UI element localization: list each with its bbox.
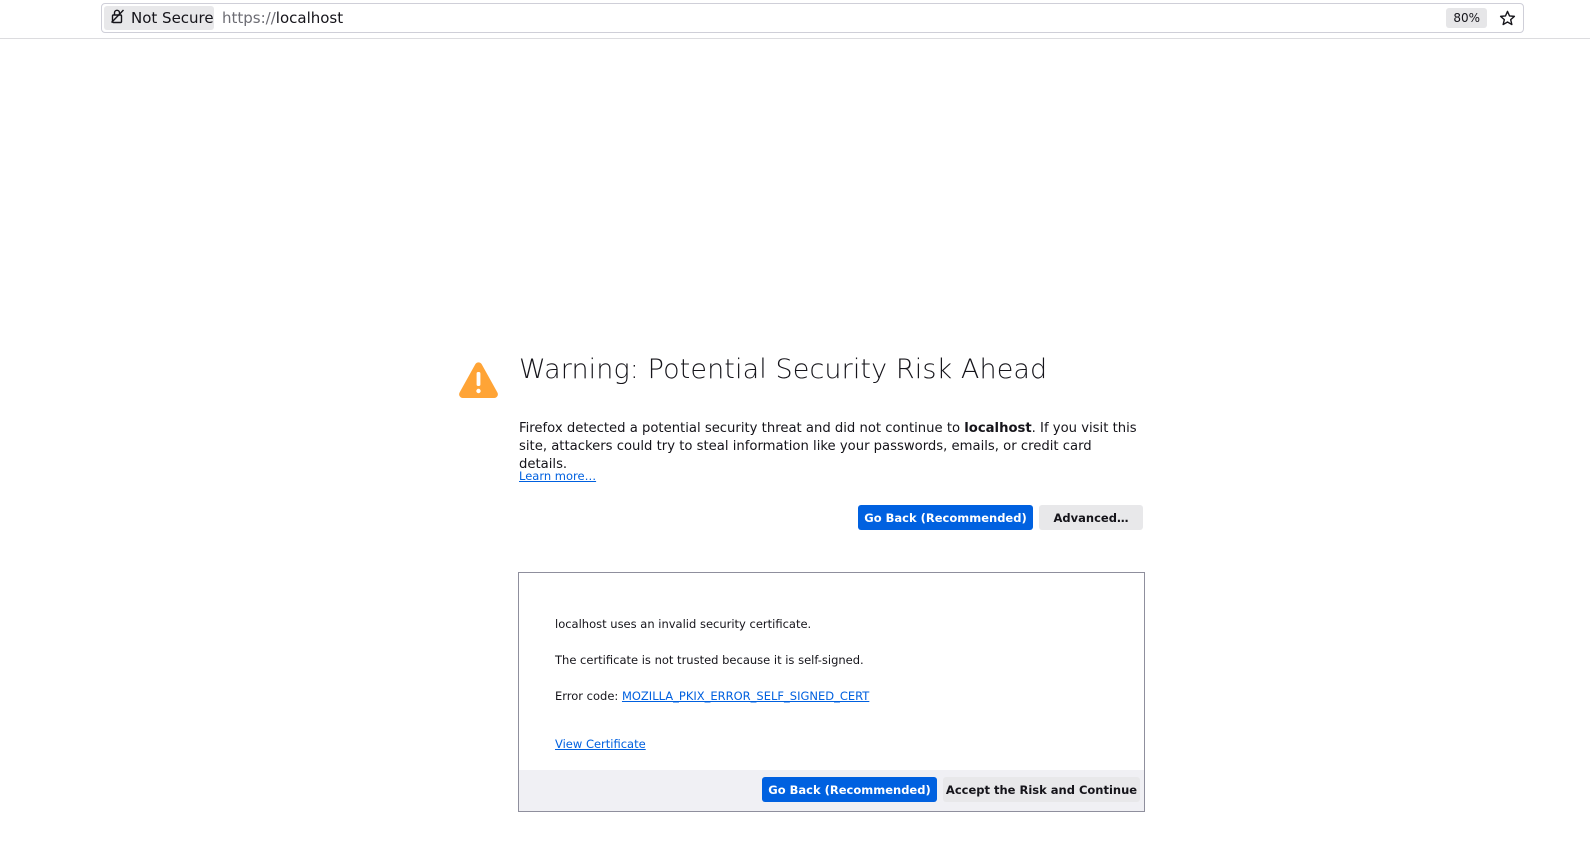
error-description: Firefox detected a potential security th… (519, 420, 1139, 474)
cert-reason-text: The certificate is not trusted because i… (555, 653, 864, 667)
invalid-cert-text: localhost uses an invalid security certi… (555, 617, 812, 631)
error-code-line: Error code: MOZILLA_PKIX_ERROR_SELF_SIGN… (555, 689, 869, 703)
error-code-prefix: Error code: (555, 689, 622, 703)
browser-toolbar: Not Secure https://localhost 80% (0, 0, 1590, 39)
view-certificate-link[interactable]: View Certificate (555, 737, 646, 751)
warning-icon (458, 361, 499, 399)
page-title: Warning: Potential Security Risk Ahead (519, 354, 1048, 385)
accept-risk-button[interactable]: Accept the Risk and Continue (943, 777, 1140, 802)
url-bar[interactable]: Not Secure https://localhost 80% (101, 3, 1524, 33)
description-text: Firefox detected a potential security th… (519, 421, 965, 436)
error-code-link[interactable]: MOZILLA_PKIX_ERROR_SELF_SIGNED_CERT (622, 689, 869, 703)
description-host: localhost (964, 421, 1032, 436)
zoom-level-button[interactable]: 80% (1446, 8, 1487, 28)
url-host: localhost (275, 9, 344, 27)
url-text[interactable]: https://localhost (222, 4, 343, 32)
advanced-panel: localhost uses an invalid security certi… (518, 572, 1145, 812)
site-identity-button[interactable]: Not Secure (104, 6, 214, 30)
identity-label: Not Secure (131, 9, 214, 27)
bookmark-star-icon[interactable] (1497, 8, 1517, 28)
go-back-button[interactable]: Go Back (Recommended) (858, 505, 1033, 530)
go-back-button-secondary[interactable]: Go Back (Recommended) (762, 777, 937, 802)
learn-more-link[interactable]: Learn more… (519, 469, 596, 483)
url-scheme: https:// (222, 9, 276, 27)
insecure-lock-icon (110, 8, 131, 28)
advanced-button[interactable]: Advanced… (1039, 505, 1143, 530)
advanced-panel-footer: Go Back (Recommended) Accept the Risk an… (519, 770, 1144, 811)
